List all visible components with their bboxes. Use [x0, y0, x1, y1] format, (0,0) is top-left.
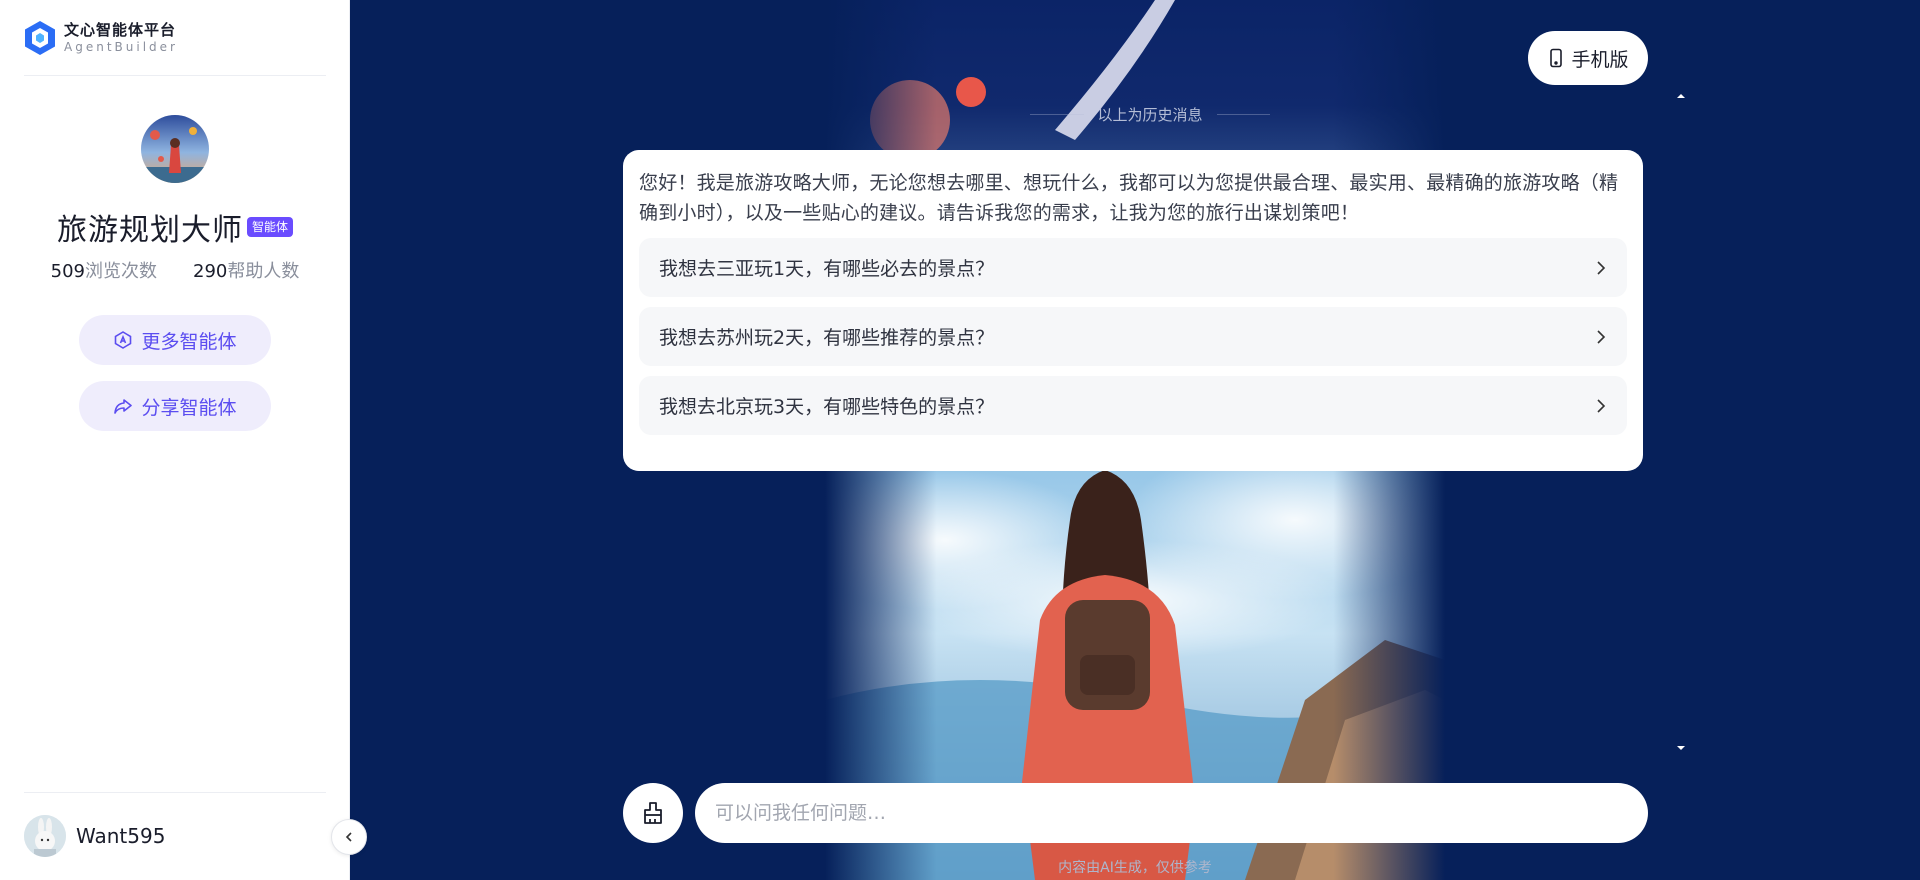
agentbuilder-logo-icon	[25, 21, 55, 55]
greeting-text: 您好！我是旅游攻略大师，无论您想去哪里、想玩什么，我都可以为您提供最合理、最实用…	[639, 172, 1619, 224]
mobile-version-button[interactable]: 手机版	[1528, 31, 1648, 85]
suggestion-text: 我想去苏州玩2天，有哪些推荐的景点？	[659, 327, 995, 349]
suggestion-item[interactable]: 我想去北京玩3天，有哪些特色的景点？	[639, 376, 1627, 435]
sidebar-divider-bottom	[24, 792, 326, 793]
share-agent-button[interactable]: 分享智能体	[79, 381, 271, 431]
helped-stat: 290帮助人数	[193, 257, 299, 283]
sidebar-divider-top	[24, 75, 326, 76]
user-profile[interactable]: Want595	[24, 815, 165, 857]
chevron-right-icon	[1597, 398, 1606, 413]
agent-stats: 509浏览次数 290帮助人数	[0, 257, 350, 283]
welcome-message-card: 您好！我是旅游攻略大师，无论您想去哪里、想玩什么，我都可以为您提供最合理、最实用…	[623, 150, 1643, 471]
user-avatar	[24, 815, 66, 857]
brand-name-en: AgentBuilder	[64, 40, 178, 54]
agent-tag-badge: 智能体	[246, 217, 293, 237]
views-count: 509	[50, 261, 85, 282]
views-stat: 509浏览次数	[51, 257, 157, 283]
ai-disclaimer: 内容由AI生成，仅供参考	[1058, 860, 1212, 876]
sidebar: 文心智能体平台 AgentBuilder 旅游规划大师 智能体 509浏览次数 …	[0, 0, 350, 880]
chat-input-box[interactable]	[695, 783, 1648, 843]
broom-icon	[644, 802, 662, 824]
history-divider-line-right	[1216, 113, 1271, 115]
chevron-right-icon	[1597, 260, 1606, 275]
suggestion-text: 我想去三亚玩1天，有哪些必去的景点？	[659, 258, 995, 280]
chevron-left-icon	[345, 832, 352, 842]
share-icon	[114, 399, 133, 414]
brand-name-cn: 文心智能体平台	[64, 21, 177, 39]
suggestion-item[interactable]: 我想去三亚玩1天，有哪些必去的景点？	[639, 238, 1627, 297]
user-name: Want595	[76, 824, 166, 848]
clear-chat-button[interactable]	[623, 783, 683, 843]
chat-area: 手机版 以上为历史消息 您好！我是旅游攻略大师，无论您想去哪里、想玩什么，我都可…	[350, 0, 1920, 880]
history-divider: 以上为历史消息	[1030, 104, 1271, 124]
agent-store-icon	[115, 331, 132, 349]
share-agent-label: 分享智能体	[141, 396, 237, 419]
agent-title-row: 旅游规划大师 智能体	[0, 205, 350, 249]
mobile-version-label: 手机版	[1571, 48, 1629, 71]
history-divider-text: 以上为历史消息	[1097, 105, 1203, 124]
brand-logo[interactable]: 文心智能体平台 AgentBuilder	[24, 18, 178, 58]
chat-input[interactable]	[715, 802, 1615, 824]
views-label: 浏览次数	[85, 261, 157, 282]
scroll-up-icon[interactable]	[1676, 92, 1686, 100]
suggestion-item[interactable]: 我想去苏州玩2天，有哪些推荐的景点？	[639, 307, 1627, 366]
collapse-sidebar-button[interactable]	[331, 819, 367, 855]
phone-icon	[1550, 48, 1563, 68]
scroll-down-icon[interactable]	[1676, 744, 1686, 752]
more-agents-label: 更多智能体	[141, 330, 237, 353]
helped-label: 帮助人数	[227, 261, 300, 282]
suggestion-text: 我想去北京玩3天，有哪些特色的景点？	[659, 396, 995, 418]
history-divider-line-left	[1030, 113, 1084, 115]
agent-name: 旅游规划大师	[56, 213, 243, 248]
helped-count: 290	[193, 261, 228, 282]
agent-avatar	[141, 115, 209, 183]
more-agents-button[interactable]: 更多智能体	[79, 315, 271, 365]
chevron-right-icon	[1597, 329, 1606, 344]
